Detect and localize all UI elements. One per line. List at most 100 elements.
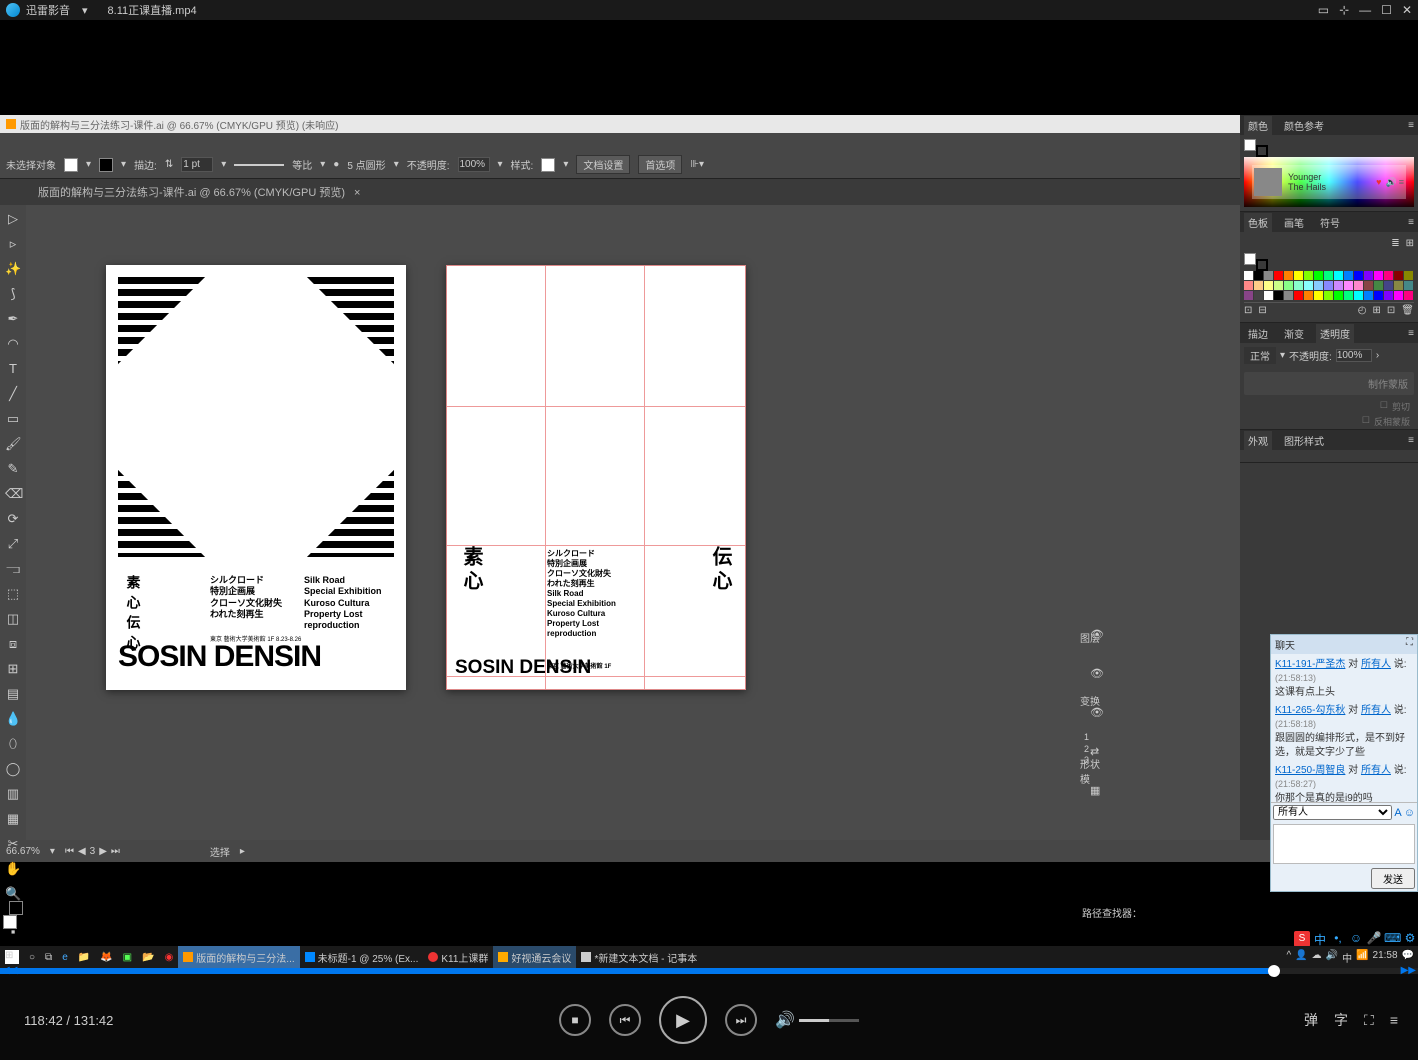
preferences-button[interactable]: 首选项	[638, 155, 682, 174]
document-tab[interactable]: 版面的解构与三分法练习-课件.ai @ 66.67% (CMYK/GPU 预览)…	[30, 180, 368, 204]
swatch[interactable]	[1374, 281, 1383, 290]
checkbox-icon[interactable]: ☐	[1362, 415, 1370, 428]
close-icon[interactable]: ✕	[1402, 3, 1412, 17]
swatch-library-icon[interactable]: ⊡	[1244, 305, 1252, 316]
selection-tool-icon[interactable]: ▷	[5, 211, 21, 227]
chevron-down-icon[interactable]: ▾	[1280, 350, 1285, 361]
swatch[interactable]	[1244, 281, 1253, 290]
player-app-name[interactable]: 迅雷影音	[26, 2, 70, 18]
swatch[interactable]	[1294, 271, 1303, 280]
panel-menu-icon[interactable]: ≡	[1408, 435, 1414, 446]
swatch[interactable]	[1314, 271, 1323, 280]
swatch-options-icon[interactable]: ◴	[1358, 305, 1367, 316]
ai-menubar[interactable]	[0, 133, 1270, 151]
swatch[interactable]	[1284, 291, 1293, 300]
swatch[interactable]	[1304, 281, 1313, 290]
panel-menu-icon[interactable]: ≡	[1408, 328, 1414, 339]
shaper-tool-icon[interactable]: ✎	[5, 461, 21, 477]
new-swatch-icon[interactable]: ⊡	[1387, 305, 1395, 316]
paintbrush-tool-icon[interactable]: 🖌	[5, 436, 21, 452]
folder-icon[interactable]: ▭	[1318, 3, 1329, 17]
app-icon[interactable]: ◉	[160, 946, 179, 968]
swatch[interactable]	[1354, 271, 1363, 280]
task-view-icon[interactable]: ⧉	[40, 946, 57, 968]
swatch[interactable]	[1244, 291, 1253, 300]
swatch[interactable]	[1254, 281, 1263, 290]
swatch[interactable]	[1344, 271, 1353, 280]
taskbar-item[interactable]: 好视通云会议	[493, 946, 576, 968]
width-tool-icon[interactable]: ⫎	[5, 561, 21, 577]
swatch[interactable]	[1334, 281, 1343, 290]
swatch[interactable]	[1314, 291, 1323, 300]
eraser-tool-icon[interactable]: ⌫	[5, 486, 21, 502]
minimize-icon[interactable]: —	[1359, 3, 1371, 17]
color-spectrum[interactable]: Younger The Hails ♥ 🔊 ≡	[1244, 157, 1414, 207]
swatch[interactable]	[1294, 281, 1303, 290]
tray-volume-icon[interactable]: 🔊	[1326, 950, 1338, 965]
search-icon[interactable]: ○	[24, 946, 40, 968]
gradient-tool-icon[interactable]: ▤	[5, 686, 21, 702]
type-tool-icon[interactable]: T	[5, 361, 21, 377]
gradient-tab[interactable]: 渐变	[1280, 324, 1308, 343]
taskbar-item[interactable]: K11上课群	[423, 946, 493, 968]
swatch[interactable]	[1324, 271, 1333, 280]
free-transform-tool-icon[interactable]: ⬚	[5, 586, 21, 602]
tray-notification-icon[interactable]: 💬	[1402, 950, 1414, 965]
swatches-tab[interactable]: 色板	[1244, 213, 1272, 232]
swatch[interactable]	[1364, 291, 1373, 300]
chevron-down-icon[interactable]: ▾	[221, 159, 226, 170]
seek-forward-icon[interactable]: ▶▶	[1401, 965, 1416, 976]
volume-icon[interactable]: 🔊	[775, 1010, 795, 1030]
swatch-fill-stroke[interactable]	[1244, 253, 1264, 267]
danmu-button[interactable]: 弹	[1304, 1010, 1318, 1030]
stop-button[interactable]: ■	[559, 1004, 591, 1036]
dropdown-arrow-icon[interactable]: ▾	[82, 4, 88, 17]
transparency-tab[interactable]: 透明度	[1316, 324, 1354, 343]
tab-close-icon[interactable]: ×	[354, 187, 360, 199]
expand-icon[interactable]: ⛶	[1406, 637, 1413, 652]
blend-mode-select[interactable]: 正常	[1244, 347, 1276, 364]
delete-swatch-icon[interactable]: 🗑	[1401, 305, 1414, 316]
tray-user-icon[interactable]: 👤	[1295, 950, 1307, 965]
swatch[interactable]	[1394, 271, 1403, 280]
swatch[interactable]	[1404, 291, 1413, 300]
chevron-down-icon[interactable]: ▾	[563, 159, 568, 170]
heart-icon[interactable]: ♥	[1376, 177, 1381, 187]
align-icon[interactable]: ⊪▾	[690, 159, 704, 170]
grid-view-icon[interactable]: ⊞	[1406, 238, 1414, 249]
opacity-input[interactable]	[1336, 349, 1372, 362]
firefox-icon[interactable]: 🦊	[95, 946, 117, 968]
panel-menu-icon[interactable]: ≡	[1408, 217, 1414, 228]
volume-slider[interactable]	[799, 1019, 859, 1022]
progress-bar[interactable]: ◀◀ ▶▶	[0, 968, 1418, 974]
swatch[interactable]	[1354, 291, 1363, 300]
first-artboard-icon[interactable]: ⏮	[65, 846, 74, 857]
curvature-tool-icon[interactable]: ◠	[5, 336, 21, 352]
tray-cloud-icon[interactable]: ☁	[1312, 950, 1322, 965]
chevron-down-icon[interactable]: ▾	[121, 159, 126, 170]
swatch[interactable]	[1344, 281, 1353, 290]
swatch[interactable]	[1284, 271, 1293, 280]
appearance-tab[interactable]: 外观	[1244, 431, 1272, 450]
new-group-icon[interactable]: ⊞	[1373, 305, 1381, 316]
document-setup-button[interactable]: 文档设置	[576, 155, 630, 174]
eye-icon[interactable]: 👁	[1090, 706, 1104, 719]
stroke-tab[interactable]: 描边	[1244, 324, 1272, 343]
chevron-down-icon[interactable]: ▾	[394, 159, 399, 170]
subtitle-button[interactable]: 字	[1334, 1010, 1348, 1030]
swatch-menu-icon[interactable]: ⊟	[1258, 305, 1266, 316]
eye-icon[interactable]: 👁	[1090, 628, 1104, 641]
brush-preset[interactable]: 5 点圆形	[347, 157, 385, 172]
pin-icon[interactable]: ⊹	[1339, 3, 1349, 17]
direct-selection-tool-icon[interactable]: ▹	[5, 236, 21, 252]
tray-ime-icon[interactable]: 中	[1342, 950, 1352, 965]
chat-input[interactable]	[1273, 824, 1415, 864]
swatch[interactable]	[1354, 281, 1363, 290]
perspective-tool-icon[interactable]: ⧈	[5, 636, 21, 652]
tray-up-icon[interactable]: ^	[1286, 950, 1291, 965]
ime-settings-icon[interactable]: ⚙	[1402, 931, 1418, 947]
menu-icon[interactable]: ≡	[1399, 177, 1404, 187]
taskbar-item[interactable]: 版面的解构与三分法...	[178, 946, 299, 968]
swatch[interactable]	[1404, 271, 1413, 280]
pathfinder-label[interactable]: 路径查找器：	[1082, 905, 1142, 920]
